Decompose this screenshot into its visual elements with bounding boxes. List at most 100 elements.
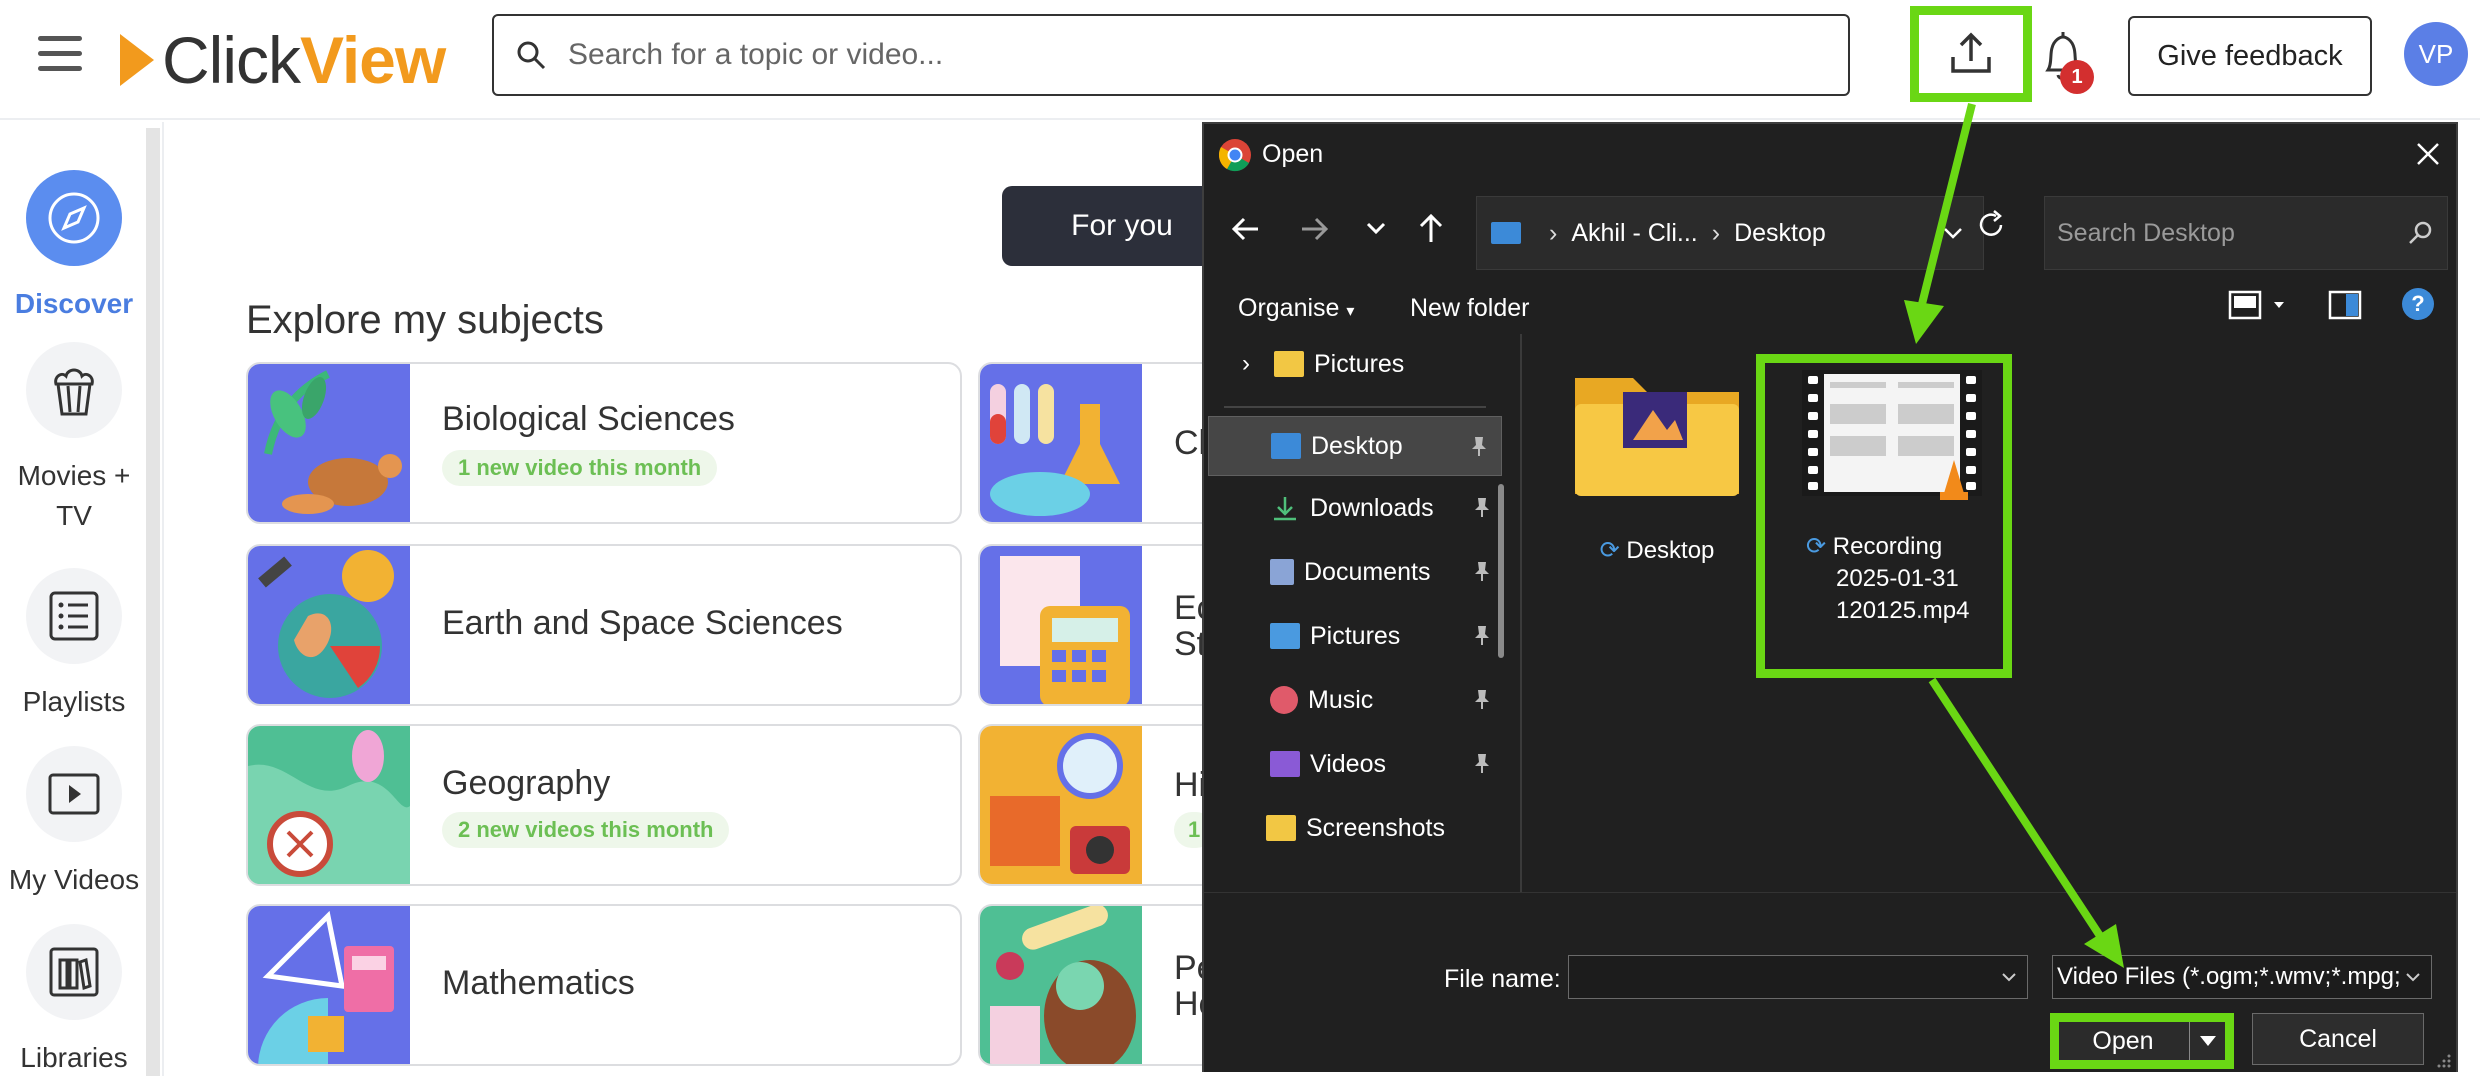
- library-icon: [49, 947, 99, 997]
- file-item-desktop-folder[interactable]: ⟳ Desktop: [1562, 364, 1752, 567]
- card-thumbnail: [248, 906, 410, 1064]
- open-button-group[interactable]: Open: [2050, 1013, 2234, 1069]
- menu-icon[interactable]: [38, 36, 82, 72]
- tree-item-pictures[interactable]: Pictures: [1204, 606, 1504, 666]
- sync-icon: ⟳: [1599, 537, 1620, 564]
- breadcrumb-segment[interactable]: Desktop: [1734, 219, 1826, 248]
- help-icon[interactable]: ?: [2400, 286, 2436, 322]
- file-highlight-box: [1756, 354, 2012, 678]
- file-name-dropdown-icon[interactable]: [1999, 970, 2019, 986]
- search-icon: [2409, 221, 2432, 244]
- folder-icon: [1266, 815, 1296, 841]
- pin-icon: [1475, 690, 1489, 709]
- resize-grip-icon[interactable]: [2436, 1053, 2452, 1069]
- sidebar: Discover Movies + TV Playlists My Videos …: [0, 122, 148, 1076]
- back-arrow-icon[interactable]: [1230, 214, 1260, 244]
- cancel-button[interactable]: Cancel: [2252, 1013, 2424, 1065]
- chevron-down-icon: [2199, 1036, 2216, 1046]
- pictures-icon: [1270, 623, 1300, 649]
- sidebar-item-libraries[interactable]: Libraries: [0, 924, 148, 1076]
- sidebar-item-discover[interactable]: Discover: [0, 170, 148, 324]
- upload-icon: [1951, 32, 1991, 73]
- navigation-pane: › Pictures Desktop Downloads Documents P…: [1204, 334, 1522, 892]
- playlist-icon: [49, 591, 99, 641]
- tree-item-downloads[interactable]: Downloads: [1204, 478, 1504, 538]
- avatar[interactable]: VP: [2404, 22, 2468, 86]
- sidebar-item-label: Movies + TV: [17, 460, 131, 531]
- card-thumbnail: [980, 906, 1142, 1064]
- card-title: Earth and Space Sciences: [442, 604, 843, 642]
- search-input[interactable]: [568, 38, 1768, 72]
- address-dropdown-icon[interactable]: [1941, 223, 1965, 243]
- card-thumbnail: [980, 364, 1142, 522]
- clickview-logo[interactable]: ClickView: [120, 22, 446, 98]
- file-name-input[interactable]: [1568, 955, 2028, 999]
- card-thumbnail: [980, 726, 1142, 884]
- tree-item-music[interactable]: Music: [1204, 670, 1504, 730]
- file-name-label: File name:: [1444, 965, 1561, 993]
- music-icon: [1270, 686, 1298, 714]
- breadcrumb-segment[interactable]: Akhil - Cli...: [1571, 219, 1697, 248]
- give-feedback-button[interactable]: Give feedback: [2128, 16, 2372, 96]
- card-thumbnail: [248, 726, 410, 884]
- dialog-search-placeholder: Search Desktop: [2057, 218, 2235, 247]
- card-thumbnail: [248, 546, 410, 704]
- subject-card-mathematics[interactable]: Mathematics: [246, 904, 962, 1066]
- address-bar[interactable]: › Akhil - Cli... › Desktop: [1476, 196, 1984, 270]
- card-title: Biological Sciences: [442, 400, 735, 438]
- expand-chevron-icon[interactable]: ›: [1242, 350, 1250, 378]
- view-options-icon[interactable]: [2228, 288, 2288, 322]
- open-button[interactable]: Open: [2059, 1022, 2187, 1060]
- preview-pane-icon[interactable]: [2328, 288, 2362, 322]
- pin-icon: [1475, 562, 1489, 581]
- sidebar-item-label: Libraries: [20, 1042, 128, 1073]
- tree-item-documents[interactable]: Documents: [1204, 542, 1504, 602]
- subject-card-geography[interactable]: Geography 2 new videos this month: [246, 724, 962, 886]
- notification-badge: 1: [2060, 60, 2094, 94]
- sidebar-item-playlists[interactable]: Playlists: [0, 568, 148, 722]
- sidebar-item-label: My Videos: [8, 864, 140, 895]
- folder-icon: [1575, 378, 1739, 496]
- content-divider: [162, 122, 164, 1076]
- dialog-title-bar: Open: [1204, 124, 2456, 188]
- play-icon: [48, 773, 100, 815]
- navigation-pane-scrollbar[interactable]: [1498, 484, 1504, 658]
- pin-icon: [1475, 626, 1489, 645]
- desktop-icon: [1271, 433, 1301, 459]
- tree-item-pictures-quick[interactable]: › Pictures: [1204, 334, 1504, 394]
- chevron-right-icon: ›: [1549, 218, 1558, 247]
- popcorn-icon: [54, 368, 94, 416]
- tree-item-screenshots[interactable]: Screenshots: [1204, 798, 1504, 858]
- dialog-title: Open: [1262, 140, 1324, 168]
- tree-item-videos[interactable]: Videos: [1204, 734, 1504, 794]
- up-arrow-icon[interactable]: [1416, 212, 1446, 244]
- documents-icon: [1270, 559, 1294, 585]
- upload-button[interactable]: [1910, 6, 2032, 102]
- sidebar-scrollbar[interactable]: [146, 128, 160, 1076]
- sidebar-item-movies-tv[interactable]: Movies + TV: [0, 342, 148, 536]
- recent-locations-chevron-icon[interactable]: [1364, 218, 1388, 238]
- organise-menu[interactable]: Organise ▾: [1238, 294, 1354, 323]
- logo-mark: [120, 34, 154, 86]
- refresh-icon[interactable]: [1974, 208, 2008, 242]
- search-box[interactable]: [492, 14, 1850, 96]
- sidebar-item-my-videos[interactable]: My Videos: [0, 746, 148, 900]
- tree-item-desktop[interactable]: Desktop: [1208, 416, 1502, 476]
- subject-card-biological-sciences[interactable]: Biological Sciences 1 new video this mon…: [246, 362, 962, 524]
- close-icon[interactable]: [2410, 136, 2446, 172]
- forward-arrow-icon[interactable]: [1300, 214, 1330, 244]
- new-folder-button[interactable]: New folder: [1410, 294, 1530, 323]
- file-type-select[interactable]: Video Files (*.ogm;*.wmv;*.mpg;: [2052, 955, 2432, 999]
- dialog-search-box[interactable]: Search Desktop: [2044, 196, 2448, 270]
- section-title: Explore my subjects: [246, 298, 604, 342]
- pin-icon: [1475, 754, 1489, 773]
- new-video-badge: 1 new video this month: [442, 450, 718, 486]
- new-video-badge: 2 new videos this month: [442, 812, 730, 848]
- this-pc-icon: [1491, 222, 1521, 244]
- subject-card-earth-space[interactable]: Earth and Space Sciences: [246, 544, 962, 706]
- open-options-dropdown[interactable]: [2189, 1022, 2225, 1060]
- file-type-dropdown-icon[interactable]: [2403, 970, 2423, 986]
- pin-icon: [1472, 437, 1486, 456]
- card-thumbnail: [248, 364, 410, 522]
- svg-text:?: ?: [2411, 291, 2424, 316]
